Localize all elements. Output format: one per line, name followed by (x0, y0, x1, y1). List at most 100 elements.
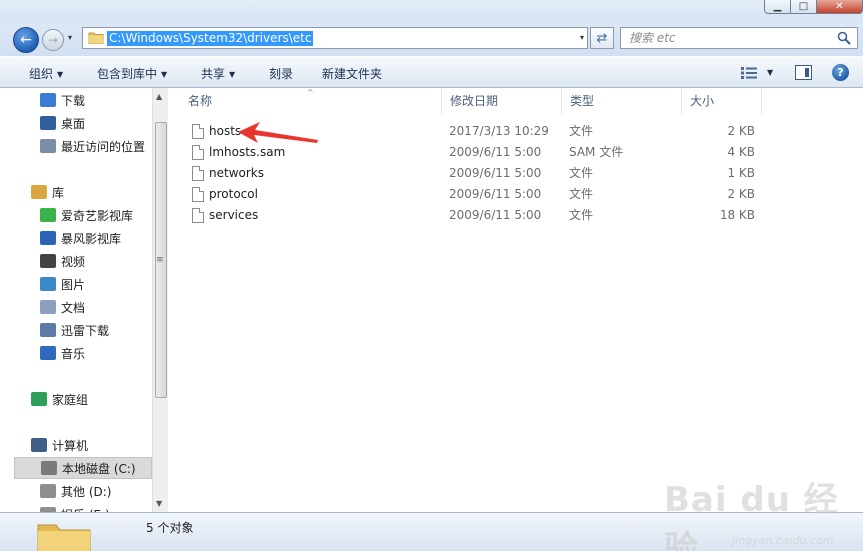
file-row[interactable]: services 2009/6/11 5:00 文件 18 KB (168, 205, 863, 226)
baofeng-library-icon (40, 231, 56, 245)
file-name: protocol (209, 187, 258, 201)
nav-item-1[interactable]: 桌面 (40, 112, 85, 134)
nav-item-4[interactable]: 爱奇艺影视库 (40, 204, 133, 226)
document-library-icon (40, 300, 56, 314)
file-name: services (209, 208, 259, 222)
address-bar[interactable]: C:\Windows\System32\drivers\etc ▾ (82, 27, 588, 49)
file-type: SAM 文件 (569, 145, 624, 159)
recent-places-icon (40, 139, 56, 153)
nav-item-label: 图片 (61, 277, 86, 292)
nav-item-6[interactable]: 视频 (40, 250, 85, 272)
file-icon (192, 187, 204, 202)
folder-icon (37, 524, 91, 551)
file-date: 2009/6/11 5:00 (449, 208, 542, 222)
file-date: 2017/3/13 10:29 (449, 124, 549, 138)
scroll-grip-icon: ≡ (156, 255, 164, 265)
forward-button[interactable]: → (42, 29, 64, 51)
nav-item-2[interactable]: 最近访问的位置 (40, 135, 145, 157)
nav-item-label: 文档 (61, 300, 86, 315)
file-type: 文件 (569, 124, 594, 138)
refresh-button[interactable]: ⇄ (590, 27, 614, 49)
nav-item-label: 视频 (61, 254, 86, 269)
organize-label: 组织 (29, 67, 54, 81)
new-folder-button[interactable]: 新建文件夹 (322, 65, 382, 82)
nav-item-label: 下载 (61, 93, 86, 108)
nav-item-label: 桌面 (61, 116, 86, 131)
organize-button[interactable]: 组织 ▼ (29, 65, 63, 82)
file-type: 文件 (569, 208, 594, 222)
picture-library-icon (40, 277, 56, 291)
nav-item-9[interactable]: 迅雷下载 (40, 319, 109, 341)
back-button[interactable]: ← (13, 27, 39, 53)
sort-ascending-icon: ^ (307, 88, 314, 97)
navigation-pane: 下载桌面最近访问的位置库爱奇艺影视库 暴风影视库视频图片文档迅雷下载音乐家庭组计算… (0, 88, 152, 512)
file-size: 2 KB (727, 124, 755, 138)
include-in-library-button[interactable]: 包含到库中 ▼ (97, 65, 167, 82)
nav-item-label: 家庭组 (52, 392, 89, 407)
scroll-down-icon[interactable]: ▼ (156, 499, 162, 508)
red-arrow-icon (238, 122, 318, 143)
file-row[interactable]: networks 2009/6/11 5:00 文件 1 KB (168, 163, 863, 184)
column-header-size[interactable]: 大小 (682, 88, 762, 114)
search-icon[interactable] (837, 31, 851, 45)
window-controls: ▁ □ ✕ (764, 0, 863, 14)
view-dropdown[interactable]: ▼ (767, 68, 773, 77)
desktop-icon (40, 116, 56, 130)
search-box[interactable] (620, 27, 858, 49)
nav-item-0[interactable]: 下载 (40, 89, 85, 111)
maximize-button[interactable]: □ (791, 0, 817, 14)
column-header-type[interactable]: 类型 (562, 88, 682, 114)
nav-item-label: 库 (52, 185, 65, 200)
nav-item-5[interactable]: 暴风影视库 (40, 227, 121, 249)
search-input[interactable] (629, 31, 829, 45)
file-row[interactable]: protocol 2009/6/11 5:00 文件 2 KB (168, 184, 863, 205)
computer-icon (31, 438, 47, 452)
burn-button[interactable]: 刻录 (269, 65, 293, 82)
file-type: 文件 (569, 187, 594, 201)
nav-item-10[interactable]: 音乐 (40, 342, 85, 364)
close-button[interactable]: ✕ (817, 0, 863, 14)
nav-item-11[interactable]: 家庭组 (31, 388, 88, 410)
nav-item-label: 计算机 (52, 438, 89, 453)
column-header-date[interactable]: 修改日期 (442, 88, 562, 114)
include-in-library-label: 包含到库中 (97, 67, 158, 81)
command-bar: 组织 ▼ 包含到库中 ▼ 共享 ▼ 刻录 新建文件夹 ▼ ? (0, 56, 863, 88)
help-icon[interactable]: ? (832, 64, 849, 81)
address-row: ← → ▾ C:\Windows\System32\drivers\etc ▾ … (0, 22, 863, 56)
file-size: 1 KB (727, 166, 755, 180)
file-name: networks (209, 166, 264, 180)
scroll-up-icon[interactable]: ▲ (156, 92, 162, 101)
minimize-button[interactable]: ▁ (764, 0, 791, 14)
file-list: 名称 ^ 修改日期 类型 大小 hosts 2017/3/13 10:29 文件 2 … (168, 88, 863, 512)
preview-pane-icon[interactable] (795, 65, 812, 80)
view-options-icon[interactable] (741, 67, 757, 79)
nav-item-14[interactable]: 其他 (D:) (40, 480, 111, 502)
recent-pages-dropdown[interactable]: ▾ (68, 33, 72, 42)
file-size: 4 KB (727, 145, 755, 159)
nav-item-8[interactable]: 文档 (40, 296, 85, 318)
nav-item-15[interactable]: 娱乐 (E:) (40, 503, 110, 512)
nav-scrollbar[interactable]: ▲ ≡ ▼ (152, 88, 168, 512)
share-button[interactable]: 共享 ▼ (201, 65, 235, 82)
local-disk-icon (41, 461, 57, 475)
file-type: 文件 (569, 166, 594, 180)
drive-icon (40, 484, 56, 498)
file-date: 2009/6/11 5:00 (449, 187, 542, 201)
nav-item-12[interactable]: 计算机 (31, 434, 88, 456)
file-icon (192, 124, 204, 139)
nav-item-7[interactable]: 图片 (40, 273, 85, 295)
nav-item-13[interactable]: 本地磁盘 (C:) (14, 457, 152, 479)
library-icon (31, 185, 47, 199)
folder-icon (88, 32, 104, 44)
file-size: 2 KB (727, 187, 755, 201)
nav-item-label: 音乐 (61, 346, 86, 361)
chevron-down-icon: ▼ (161, 70, 168, 79)
nav-item-label: 本地磁盘 (C:) (62, 461, 136, 476)
download-folder-icon (40, 93, 56, 107)
nav-item-label: 其他 (D:) (61, 484, 112, 499)
homegroup-icon (31, 392, 47, 406)
status-item-count: 5 个对象 (146, 521, 194, 535)
address-path[interactable]: C:\Windows\System32\drivers\etc (107, 31, 314, 46)
nav-item-3[interactable]: 库 (31, 181, 64, 203)
address-dropdown[interactable]: ▾ (580, 33, 584, 42)
